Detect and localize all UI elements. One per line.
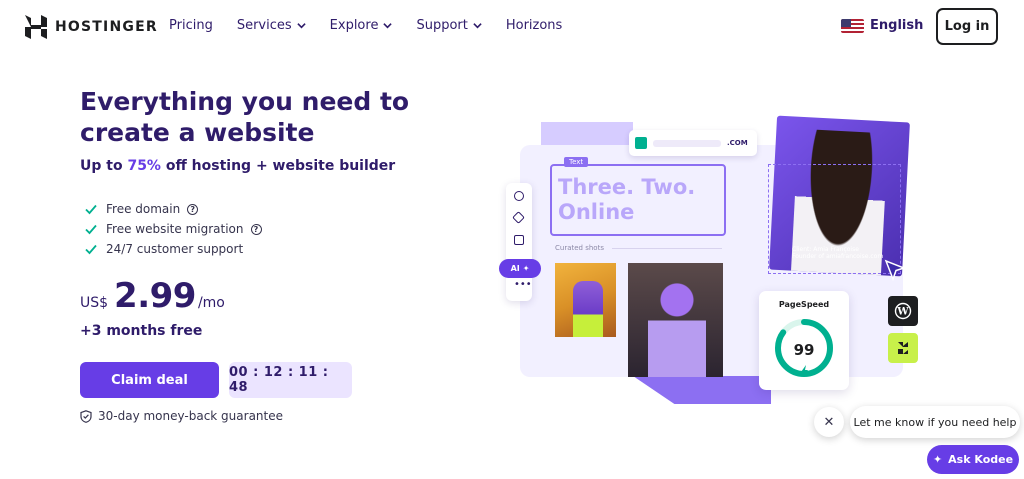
pagespeed-gauge	[775, 319, 833, 377]
nav-services-label: Services	[236, 18, 292, 33]
nav-horizons[interactable]: Horizons	[506, 18, 562, 33]
text-tag: Text	[564, 157, 589, 167]
ai-badge: AI ✦	[499, 259, 541, 278]
nav-services[interactable]: Services	[237, 18, 306, 33]
chevron-down-icon	[296, 23, 306, 29]
guarantee-text: 30-day money-back guarantee	[98, 409, 283, 423]
nav-support-label: Support	[416, 18, 468, 33]
wordpress-icon: W	[888, 296, 918, 326]
preview-headline: Three. Two. Online	[558, 175, 696, 224]
gallery-photo	[628, 263, 723, 377]
close-chat-button[interactable]: ✕	[814, 407, 844, 437]
pagespeed-card: PageSpeed 99	[759, 291, 849, 390]
pagespeed-score: 99	[793, 341, 815, 359]
hostinger-logo-icon	[25, 15, 47, 39]
builder-preview-panel	[520, 145, 903, 377]
nav-pricing-label: Pricing	[169, 18, 213, 33]
us-flag-icon	[841, 18, 864, 33]
portrait-photo	[769, 115, 910, 277]
svg-text:W: W	[896, 307, 909, 318]
layers-icon	[512, 211, 525, 224]
selection-frame	[768, 164, 901, 274]
check-icon	[85, 244, 97, 255]
cursor-icon	[884, 259, 907, 282]
countdown-timer: 00 : 12 : 11 : 48	[229, 362, 352, 398]
price-amount: 2.99	[114, 276, 196, 316]
feature-label: Free domain	[106, 202, 181, 216]
help-icon[interactable]: ?	[250, 223, 262, 235]
more-icon: •••	[514, 279, 532, 290]
brand-name: HOSTINGER	[55, 19, 158, 35]
url-tld: .COM	[727, 139, 748, 147]
language-label: English	[870, 18, 924, 33]
hero-title: Everything you need to create a website	[80, 87, 410, 147]
bonus-offer: +3 months free	[80, 323, 203, 339]
divider	[612, 248, 722, 249]
hero-subtitle: Up to 75% off hosting + website builder	[80, 158, 395, 174]
brand-mark-icon	[888, 333, 918, 363]
chevron-down-icon	[473, 23, 482, 29]
nav-horizons-label: Horizons	[505, 18, 563, 33]
gauge-arc	[775, 319, 833, 377]
subtitle-prefix: Up to	[80, 158, 128, 174]
photo-caption: Client: Amia Françoise Founder of amiafr…	[792, 246, 883, 260]
price-period: /mo	[197, 295, 225, 311]
shield-check-icon	[80, 409, 92, 423]
editor-toolbar: •••	[506, 183, 532, 301]
url-placeholder	[653, 139, 721, 147]
lock-icon	[635, 137, 647, 149]
ai-label: AI	[510, 264, 520, 273]
login-button[interactable]: Log in	[936, 8, 998, 45]
curated-label: Curated shots	[555, 244, 604, 252]
nav-support[interactable]: Support	[416, 18, 482, 33]
close-icon: ✕	[823, 414, 835, 430]
pagespeed-label: PageSpeed	[778, 300, 830, 309]
claim-deal-button[interactable]: Claim deal	[80, 362, 219, 398]
feature-item: Free website migration ?	[84, 219, 262, 239]
feature-label: 24/7 customer support	[106, 242, 244, 256]
feature-item: Free domain ?	[84, 199, 262, 219]
hostinger-logo[interactable]: HOSTINGER	[25, 15, 158, 39]
nav-links: Pricing Services Explore Support Horizon…	[169, 18, 586, 33]
help-icon[interactable]: ?	[187, 203, 199, 215]
nav-pricing[interactable]: Pricing	[169, 18, 213, 33]
decor-block	[541, 122, 633, 152]
url-bar: .COM	[629, 130, 757, 156]
chat-prompt[interactable]: Let me know if you need help	[850, 406, 1020, 438]
top-navigation: HOSTINGER Pricing Services Explore Suppo…	[0, 0, 1024, 54]
nav-explore-label: Explore	[329, 18, 379, 33]
bolt-icon	[801, 365, 808, 377]
sparkle-icon: ✦	[932, 453, 943, 466]
chevron-down-icon	[383, 23, 393, 29]
brush-icon	[514, 235, 524, 245]
money-back-guarantee: 30-day money-back guarantee	[80, 409, 283, 423]
feature-list: Free domain ? Free website migration ? 2…	[84, 199, 262, 259]
gallery-photo	[555, 263, 616, 337]
price-currency: US$	[80, 295, 109, 311]
check-icon	[85, 224, 97, 235]
add-icon	[514, 191, 524, 201]
price: US$ 2.99 /mo	[80, 276, 225, 316]
decor-block	[633, 376, 771, 404]
feature-item: 24/7 customer support	[84, 239, 262, 259]
check-icon	[85, 204, 97, 215]
nav-explore[interactable]: Explore	[330, 18, 393, 33]
sparkle-icon: ✦	[522, 264, 530, 273]
subtitle-suffix: off hosting + website builder	[160, 158, 396, 174]
language-selector[interactable]: English	[841, 18, 923, 33]
ask-kodee-label: Ask Kodee	[948, 453, 1014, 466]
ask-kodee-button[interactable]: ✦ Ask Kodee	[927, 445, 1019, 474]
caption-line: Client: Amia Françoise	[792, 246, 859, 253]
text-element-frame	[550, 164, 726, 236]
caption-line: Founder of amiafrancoise.com	[792, 253, 884, 260]
feature-label: Free website migration	[106, 222, 244, 236]
discount-percent: 75%	[127, 158, 161, 174]
